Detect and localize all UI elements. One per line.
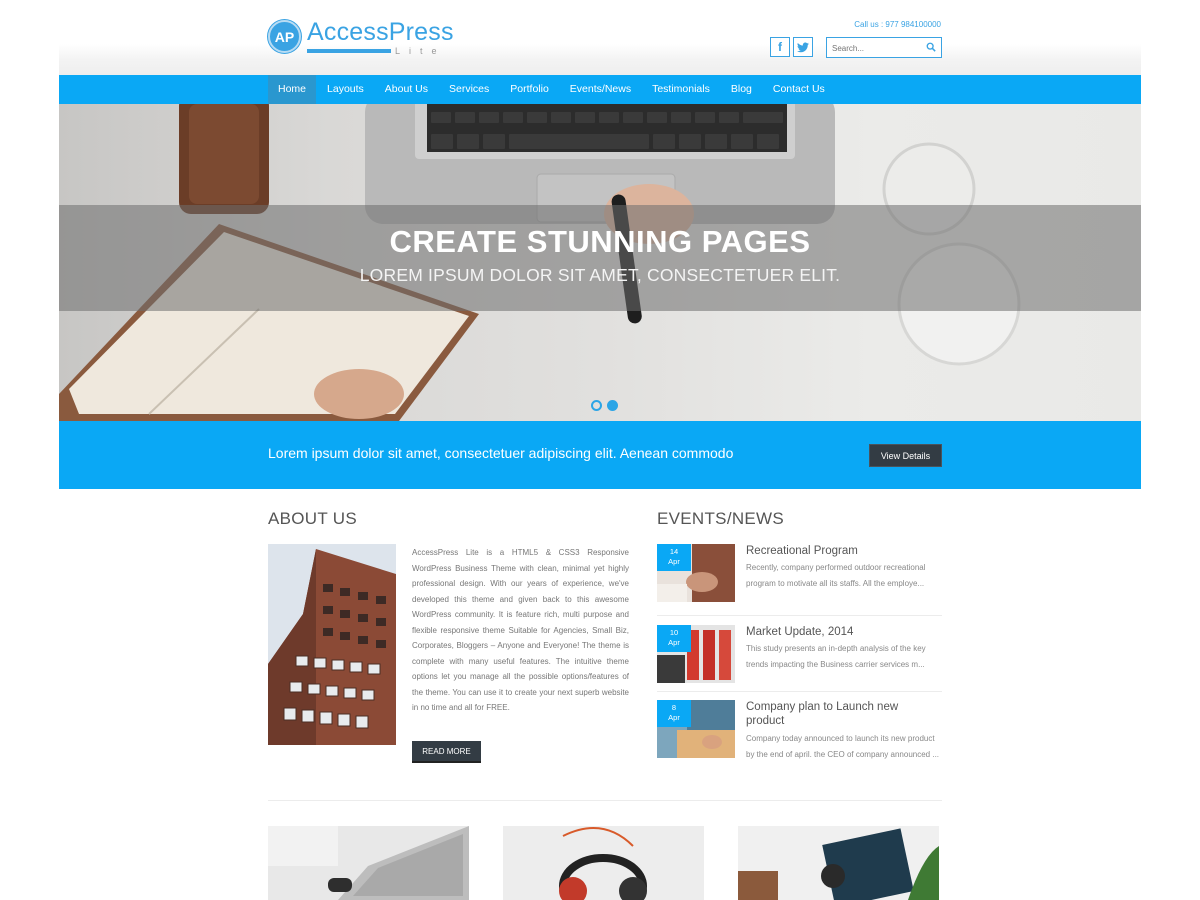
event-thumbnail[interactable]: 14 Apr	[657, 544, 735, 602]
logo-badge: AP	[268, 20, 301, 53]
event-description: This study presents an in-depth analysis…	[746, 644, 926, 669]
slider-dot-active[interactable]	[607, 400, 618, 411]
logo-subtitle: Lite	[395, 46, 446, 56]
nav-item-home[interactable]: Home	[268, 75, 317, 104]
feature-card-image[interactable]	[738, 826, 939, 900]
slider-dot[interactable]	[591, 400, 602, 411]
feature-card-image[interactable]	[503, 826, 704, 900]
nav-item-contact-us[interactable]: Contact Us	[763, 75, 835, 104]
search-box	[826, 37, 942, 58]
events-heading: EVENTS/NEWS	[657, 509, 785, 528]
event-thumbnail[interactable]: 10 Apr	[657, 625, 735, 683]
event-title[interactable]: Market Update, 2014	[746, 625, 936, 639]
about-heading: ABOUT US	[268, 509, 357, 528]
event-title[interactable]: Recreational Program	[746, 544, 936, 558]
view-details-button[interactable]: View Details	[869, 444, 942, 467]
feature-card-image[interactable]	[268, 826, 469, 900]
nav-item-portfolio[interactable]: Portfolio	[500, 75, 559, 104]
event-month: Apr	[668, 713, 680, 722]
event-title[interactable]: Company plan to Launch new product	[746, 700, 936, 728]
logo-subtitle-row: Lite	[307, 46, 454, 56]
event-day: 14	[669, 547, 679, 556]
logo-underline	[307, 49, 391, 53]
main-nav: Home Layouts About Us Services Portfolio…	[59, 75, 1141, 104]
event-description: Company today announced to launch its ne…	[746, 734, 940, 759]
nav-item-services[interactable]: Services	[439, 75, 499, 104]
site-header	[59, 0, 1141, 75]
event-month: Apr	[668, 557, 680, 566]
about-image	[268, 544, 396, 745]
hero-slider[interactable]: CREATE STUNNING PAGES LOREM IPSUM DOLOR …	[59, 104, 1141, 421]
event-description: Recently, company performed outdoor recr…	[746, 563, 926, 588]
nav-item-events-news[interactable]: Events/News	[560, 75, 641, 104]
cta-text: Lorem ipsum dolor sit amet, consectetuer…	[268, 445, 734, 461]
site-logo[interactable]: AP AccessPress Lite	[268, 18, 454, 56]
nav-item-testimonials[interactable]: Testimonials	[642, 75, 720, 104]
event-thumbnail[interactable]: 8 Apr	[657, 700, 735, 758]
event-month: Apr	[668, 638, 680, 647]
event-day: 8	[671, 703, 677, 712]
event-date-badge: 10 Apr	[657, 625, 691, 652]
logo-text: AccessPress Lite	[307, 18, 454, 56]
event-date-badge: 8 Apr	[657, 700, 691, 727]
search-icon[interactable]	[926, 42, 936, 52]
call-to-action-bar: Lorem ipsum dolor sit amet, consectetuer…	[59, 421, 1141, 489]
logo-title: AccessPress	[307, 18, 454, 46]
social-links: f	[770, 37, 813, 57]
hero-title: CREATE STUNNING PAGES	[389, 224, 811, 259]
event-day: 10	[669, 628, 679, 637]
event-divider	[657, 615, 942, 616]
event-date-badge: 14 Apr	[657, 544, 691, 571]
twitter-icon[interactable]	[793, 37, 813, 57]
about-body: AccessPress Lite is a HTML5 & CSS3 Respo…	[412, 548, 629, 712]
read-more-button[interactable]: READ MORE	[412, 741, 481, 763]
slider-pager	[591, 400, 618, 411]
search-input[interactable]	[827, 39, 921, 58]
section-divider	[268, 800, 942, 801]
nav-item-about-us[interactable]: About Us	[375, 75, 438, 104]
hero-subtitle: LOREM IPSUM DOLOR SIT AMET, CONSECTETUER…	[359, 265, 841, 285]
call-us-text: Call us : 977 984100000	[854, 20, 941, 29]
nav-item-layouts[interactable]: Layouts	[317, 75, 374, 104]
event-divider	[657, 691, 942, 692]
facebook-icon[interactable]: f	[770, 37, 790, 57]
nav-item-blog[interactable]: Blog	[721, 75, 762, 104]
